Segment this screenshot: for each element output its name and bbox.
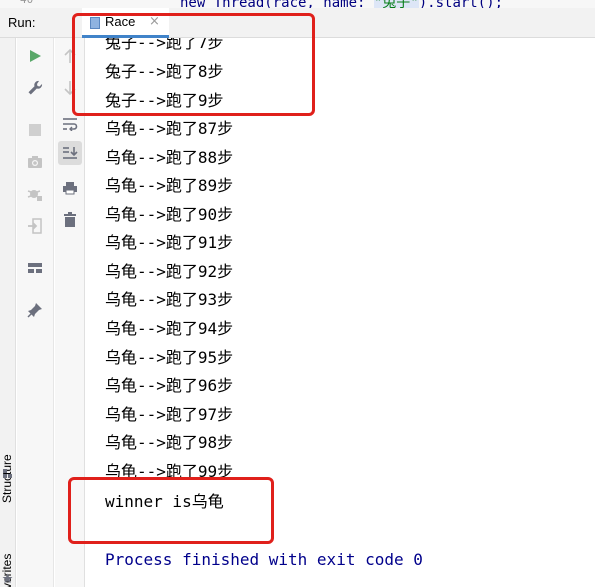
code-line: new Thread(race, name: "兔子").start(); xyxy=(180,0,503,8)
console-line: 乌龟-->跑了92步 xyxy=(105,262,234,281)
next-occurrence-button[interactable] xyxy=(58,76,82,100)
console-line: 乌龟-->跑了91步 xyxy=(105,233,234,252)
edit-config-button[interactable] xyxy=(23,76,47,100)
run-toolbar-right xyxy=(55,38,85,587)
run-label: Run: xyxy=(8,15,36,30)
console-line: 乌龟-->跑了93步 xyxy=(105,290,234,309)
console-line: 兔子-->跑了9步 xyxy=(105,91,224,110)
tool-window-stripe: Structure Favorites xyxy=(0,38,16,587)
star-icon xyxy=(2,573,13,584)
console-line: 乌龟-->跑了90步 xyxy=(105,205,234,224)
console-line: 乌龟-->跑了95步 xyxy=(105,348,234,367)
pin-tab-button[interactable] xyxy=(23,298,47,322)
soft-wrap-button[interactable] xyxy=(58,112,82,136)
console-line: 乌龟-->跑了96步 xyxy=(105,376,234,395)
dump-threads-button[interactable] xyxy=(23,150,47,174)
layout-button[interactable] xyxy=(23,256,47,280)
wrench-icon xyxy=(28,80,43,95)
console-line: 乌龟-->跑了99步 xyxy=(105,462,234,481)
editor-remnant: 40 new Thread(race, name: "兔子").start(); xyxy=(0,0,595,8)
console-line: 乌龟-->跑了87步 xyxy=(105,119,234,138)
line-number: 40 xyxy=(20,0,33,6)
login-icon xyxy=(28,218,42,234)
arrow-up-icon xyxy=(64,48,76,63)
structure-icon xyxy=(3,469,12,478)
console-line: 乌龟-->跑了88步 xyxy=(105,148,234,167)
console-output[interactable]: 兔子-->跑了7步 兔子-->跑了8步 兔子-->跑了9步 乌龟-->跑了87步… xyxy=(86,38,595,587)
code-suffix: ).start(); xyxy=(418,0,504,8)
console-line: 兔子-->跑了8步 xyxy=(105,62,224,81)
soft-wrap-icon xyxy=(63,118,78,131)
bug-settings-icon xyxy=(27,190,42,201)
code-string: "兔子" xyxy=(373,0,419,8)
console-line: 乌龟-->跑了89步 xyxy=(105,176,234,195)
trash-icon xyxy=(64,212,76,227)
code-prefix: new Thread(race, name: xyxy=(180,0,374,8)
settings-button[interactable] xyxy=(23,182,47,206)
tab-race-label: Race xyxy=(105,14,136,29)
run-config-icon xyxy=(90,17,100,29)
print-button[interactable] xyxy=(58,176,82,200)
restore-layout-button[interactable] xyxy=(23,214,47,238)
previous-occurrence-button[interactable] xyxy=(58,44,82,68)
console-line: 乌龟-->跑了98步 xyxy=(105,433,234,452)
process-finished-message: Process finished with exit code 0 xyxy=(105,550,423,569)
console-line: 乌龟-->跑了94步 xyxy=(105,319,234,338)
arrow-down-icon xyxy=(64,81,76,96)
print-icon xyxy=(63,182,77,195)
scroll-to-end-icon xyxy=(63,147,78,159)
pin-icon xyxy=(27,303,42,318)
winner-line: winner is乌龟 xyxy=(105,492,224,511)
stop-button[interactable] xyxy=(23,118,47,142)
rerun-button[interactable] xyxy=(23,44,47,68)
tab-race[interactable]: Race × xyxy=(82,8,169,38)
console-line: 兔子-->跑了7步 xyxy=(105,38,224,52)
close-icon[interactable]: × xyxy=(149,14,160,29)
layout-icon xyxy=(28,263,42,273)
scroll-to-end-button[interactable] xyxy=(58,141,82,165)
run-icon xyxy=(30,50,41,62)
console-line: 乌龟-->跑了97步 xyxy=(105,405,234,424)
stop-icon xyxy=(29,124,41,136)
run-toolbar-left xyxy=(17,38,54,587)
clear-all-button[interactable] xyxy=(58,208,82,232)
camera-icon xyxy=(28,156,42,168)
run-panel-header: Run: Race × xyxy=(0,8,595,38)
